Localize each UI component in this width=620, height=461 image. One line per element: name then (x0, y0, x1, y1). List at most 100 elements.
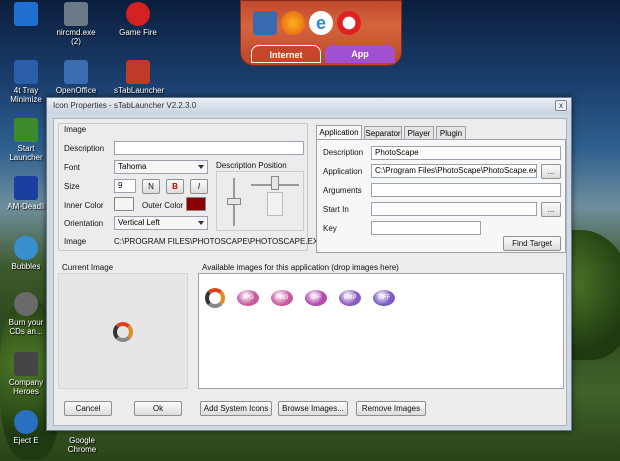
opera-icon[interactable] (337, 11, 361, 35)
tab-player[interactable]: Player (404, 126, 434, 140)
app-description-input[interactable]: PhotoScape (371, 146, 561, 160)
orientation-label: Orientation (64, 219, 104, 228)
photoscape-icon (113, 322, 133, 342)
am-deadlink-icon (14, 176, 38, 200)
add-system-icons-button[interactable]: Add System Icons (200, 401, 272, 416)
bmp-icon[interactable]: BMP (339, 290, 361, 306)
image-path-value: C:\PROGRAM FILES\PHOTOSCAPE\PHOTOSCAPE.E… (114, 237, 324, 246)
inner-color-label: Inner Color (64, 201, 104, 210)
desktop-icon-burn[interactable]: Burn your CDs an... (2, 292, 50, 336)
window-title: Icon Properties - sTabLauncher V2.2.3.0 (53, 101, 197, 110)
desktop-icon-nircmd[interactable]: nircmd.exe (2) (52, 2, 100, 46)
desktop-icon-label: Game Fire (119, 28, 157, 37)
monitor-icon[interactable] (253, 11, 277, 35)
icon-properties-window: Icon Properties - sTabLauncher V2.2.3.0 … (46, 97, 572, 431)
description-label: Description (64, 144, 105, 153)
horizontal-slider-thumb[interactable] (271, 176, 279, 190)
tiff-icon[interactable]: TIFF (373, 290, 395, 306)
desktop-icon-stablauncher[interactable]: sTabLauncher (114, 60, 164, 95)
description-position-panel (216, 171, 304, 231)
desktop-icon-label: Eject E (13, 436, 39, 445)
arguments-input[interactable] (371, 183, 561, 197)
orientation-select[interactable]: Vertical Left (114, 216, 208, 230)
desktop-icon-label: OpenOffice (55, 86, 97, 95)
tab-app[interactable]: App (325, 45, 395, 63)
game-fire-icon (126, 2, 150, 26)
find-target-button[interactable]: Find Target (503, 236, 561, 251)
description-position-label: Description Position (216, 161, 287, 170)
desktop-icon-openoffice[interactable]: OpenOffice (52, 60, 100, 95)
desktop-icon-start-launcher[interactable]: Start Launcher (2, 118, 50, 162)
position-preview (267, 192, 283, 216)
stablauncher-icon (126, 60, 150, 84)
vertical-slider-thumb[interactable] (227, 198, 241, 205)
font-select[interactable]: Tahoma (114, 160, 208, 174)
image-description-input[interactable] (114, 141, 304, 155)
font-label: Font (64, 163, 81, 172)
browse-images-button[interactable]: Browse Images... (278, 401, 348, 416)
browse-start-in-button[interactable]: ... (541, 202, 561, 217)
desktop-icon-bubbles[interactable]: Bubbles (2, 236, 50, 271)
available-images-label: Available images for this application (d… (202, 263, 399, 272)
application-path-input[interactable]: C:\Program Files\PhotoScape\PhotoScape.e… (371, 164, 537, 178)
desktop-icon-game-fire[interactable]: Game Fire (114, 2, 162, 37)
chevron-down-icon (198, 221, 204, 225)
close-button[interactable]: x (555, 100, 567, 111)
size-label: Size (64, 182, 80, 191)
remove-images-button[interactable]: Remove Images (356, 401, 426, 416)
company-heroes-icon (14, 352, 38, 376)
tab-internet[interactable]: Internet (251, 45, 321, 63)
image-group-title: Image (64, 125, 87, 134)
browse-application-button[interactable]: ... (541, 164, 561, 179)
desktop-icon-label: Burn your CDs an... (8, 318, 44, 336)
inner-color-swatch[interactable] (114, 197, 134, 211)
bold-style-button[interactable]: B (166, 179, 184, 194)
available-images-list[interactable]: JPG PNG GIF BMP TIFF (198, 273, 564, 389)
desktop-icon-dropbox[interactable] (2, 2, 50, 28)
bubbles-icon (14, 236, 38, 260)
cd-icon (14, 292, 38, 316)
gif-icon[interactable]: GIF (305, 290, 327, 306)
jpg-icon[interactable]: JPG (237, 290, 259, 306)
key-input[interactable] (371, 221, 481, 235)
italic-style-button[interactable]: I (190, 179, 208, 194)
current-image-preview (58, 273, 188, 389)
png-icon[interactable]: PNG (271, 290, 293, 306)
size-input[interactable]: 9 (114, 179, 136, 193)
desktop-icon-4t-tray[interactable]: 4t Tray Minimize (2, 60, 50, 104)
chevron-down-icon (198, 165, 204, 169)
title-bar[interactable]: Icon Properties - sTabLauncher V2.2.3.0 … (47, 98, 571, 114)
tab-plugin[interactable]: Plugin (436, 126, 466, 140)
cancel-button[interactable]: Cancel (64, 401, 112, 416)
desktop-icon-label: 4t Tray Minimize (10, 86, 42, 104)
tab-separator[interactable]: Separator (364, 126, 402, 140)
outer-color-label: Outer Color (142, 201, 184, 210)
image-label: Image (64, 237, 87, 246)
desktop-icon-google-chrome[interactable]: Google Chrome (58, 436, 106, 454)
normal-style-button[interactable]: N (142, 179, 160, 194)
desktop-icon-label: Google Chrome (67, 436, 97, 454)
photoscape-icon[interactable] (205, 288, 225, 308)
file-icon (64, 2, 88, 26)
desktop-icon-eject[interactable]: Eject E (2, 410, 50, 445)
outer-color-swatch[interactable] (186, 197, 206, 211)
current-image-label: Current Image (62, 263, 114, 272)
firefox-icon[interactable] (281, 11, 305, 35)
application-label: Application (323, 167, 363, 176)
stablauncher-bar: e Internet App (240, 0, 402, 66)
key-label: Key (323, 224, 337, 233)
start-in-input[interactable] (371, 202, 537, 216)
eject-icon (14, 410, 38, 434)
arguments-label: Arguments (323, 186, 362, 195)
tab-application[interactable]: Application (316, 125, 362, 140)
app-description-label: Description (323, 148, 364, 157)
ok-button[interactable]: Ok (134, 401, 182, 416)
tray-minimizer-icon (14, 60, 38, 84)
desktop-icon-company-heroes[interactable]: Company Heroes (2, 352, 50, 396)
font-value: Tahoma (118, 162, 147, 171)
application-tab-panel: Description PhotoScape Application C:\Pr… (316, 139, 566, 253)
dropbox-icon (14, 2, 38, 26)
desktop-icon-label: Company Heroes (8, 378, 44, 396)
ie-icon[interactable]: e (309, 11, 333, 35)
desktop-icon-am-deadlink[interactable]: AM-Deadli (2, 176, 50, 211)
